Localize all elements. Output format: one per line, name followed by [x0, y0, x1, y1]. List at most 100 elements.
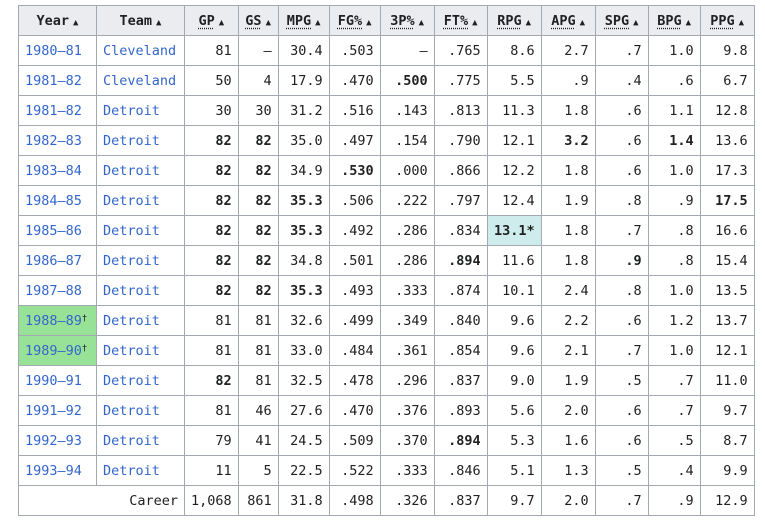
rpg-cell: 10.1 [486, 275, 542, 306]
team-cell: Detroit [96, 215, 185, 246]
column-header-bpg[interactable]: BPG ▲︎ [647, 5, 701, 36]
year-cell: 1990–91 [18, 365, 97, 396]
column-header-gp[interactable]: GP ▲︎ [184, 5, 239, 36]
3p-pct-cell: .326 [379, 485, 435, 516]
team-cell: Detroit [96, 365, 185, 396]
year-link[interactable]: 1991–92 [25, 403, 82, 419]
year-link[interactable]: 1982–83 [25, 133, 82, 149]
team-link[interactable]: Detroit [103, 253, 160, 269]
rpg-cell: 8.6 [486, 35, 542, 66]
stats-table: Year ▲︎ Team ▲︎ GP ▲︎ GS ▲︎ MPG ▲︎ FG% ▲︎ 3P% ▲… [18, 5, 755, 516]
team-link[interactable]: Cleveland [103, 43, 176, 59]
3p-pct-cell: .286 [379, 245, 435, 276]
bpg-cell: 1.4 [647, 125, 701, 156]
column-header-spg[interactable]: SPG ▲︎ [594, 5, 649, 36]
champion-mark: † [81, 313, 88, 324]
table-row: 1981–82 Detroit 30 30 31.2 .516 .143 .81… [18, 95, 755, 126]
year-link[interactable]: 1981–82 [25, 73, 82, 89]
mpg-cell: 35.3 [277, 275, 330, 306]
ft-pct-cell: .797 [433, 185, 488, 216]
3p-pct-cell: .333 [379, 455, 435, 486]
3p-pct-cell: .143 [379, 95, 435, 126]
column-header-apg[interactable]: APG ▲︎ [540, 5, 596, 36]
team-link[interactable]: Detroit [103, 163, 160, 179]
gs-cell: 81 [237, 365, 279, 396]
team-link[interactable]: Detroit [103, 193, 160, 209]
sort-icon: ▲︎ [315, 17, 321, 28]
table-row: 1982–83 Detroit 82 82 35.0 .497 .154 .79… [18, 125, 755, 156]
year-link[interactable]: 1986–87 [25, 253, 82, 269]
team-link[interactable]: Detroit [103, 463, 160, 479]
team-link[interactable]: Detroit [103, 283, 160, 299]
mpg-cell: 34.9 [277, 155, 330, 186]
column-header-team[interactable]: Team ▲︎ [96, 5, 185, 36]
column-header-ppg[interactable]: PPG ▲︎ [699, 5, 755, 36]
year-link[interactable]: 1987–88 [25, 283, 82, 299]
3p-pct-cell: .376 [379, 395, 435, 426]
year-link[interactable]: 1989–90 [25, 343, 82, 359]
column-header-fg-pct[interactable]: FG% ▲︎ [328, 5, 381, 36]
team-link[interactable]: Detroit [103, 433, 160, 449]
rpg-cell: 12.1 [486, 125, 542, 156]
sort-icon: ▲︎ [156, 17, 162, 28]
gp-cell: 82 [184, 125, 239, 156]
gp-cell: 79 [184, 425, 239, 456]
team-cell: Cleveland [96, 65, 185, 96]
year-link[interactable]: 1980–81 [25, 43, 82, 59]
team-link[interactable]: Detroit [103, 133, 160, 149]
year-link[interactable]: 1985–86 [25, 223, 82, 239]
ppg-cell: 9.9 [699, 455, 755, 486]
mpg-cell: 24.5 [277, 425, 330, 456]
apg-cell: 2.4 [540, 275, 596, 306]
bpg-cell: 1.0 [647, 155, 701, 186]
year-link[interactable]: 1993–94 [25, 463, 82, 479]
column-header-rpg[interactable]: RPG ▲︎ [486, 5, 542, 36]
team-link[interactable]: Detroit [103, 343, 160, 359]
spg-cell: .7 [594, 485, 649, 516]
mpg-cell: 22.5 [277, 455, 330, 486]
column-header-gs[interactable]: GS ▲︎ [237, 5, 279, 36]
team-link[interactable]: Detroit [103, 313, 160, 329]
mpg-cell: 35.3 [277, 215, 330, 246]
rpg-cell: 5.1 [486, 455, 542, 486]
gs-cell: 82 [237, 155, 279, 186]
apg-cell: 2.0 [540, 485, 596, 516]
team-link[interactable]: Cleveland [103, 73, 176, 89]
team-link[interactable]: Detroit [103, 223, 160, 239]
spg-cell: .7 [594, 335, 649, 366]
team-link[interactable]: Detroit [103, 403, 160, 419]
year-link[interactable]: 1983–84 [25, 163, 82, 179]
team-link[interactable]: Detroit [103, 103, 160, 119]
ft-pct-cell: .765 [433, 35, 488, 66]
gp-cell: 82 [184, 215, 239, 246]
mpg-cell: 31.2 [277, 95, 330, 126]
bpg-cell: 1.0 [647, 35, 701, 66]
team-cell: Detroit [96, 155, 185, 186]
ppg-cell: 8.7 [699, 425, 755, 456]
team-cell: Detroit [96, 395, 185, 426]
column-header-year[interactable]: Year ▲︎ [18, 5, 97, 36]
apg-cell: 2.2 [540, 305, 596, 336]
bpg-cell: .9 [647, 185, 701, 216]
fg-pct-cell: .509 [328, 425, 381, 456]
column-header-3p-pct[interactable]: 3P% ▲︎ [379, 5, 435, 36]
column-header-mpg[interactable]: MPG ▲︎ [277, 5, 330, 36]
table-row: 1986–87 Detroit 82 82 34.8 .501 .286 .89… [18, 245, 755, 276]
rpg-cell: 12.4 [486, 185, 542, 216]
gp-cell: 81 [184, 35, 239, 66]
year-link[interactable]: 1990–91 [25, 373, 82, 389]
year-cell: 1992–93 [18, 425, 97, 456]
year-cell: 1982–83 [18, 125, 97, 156]
sort-icon: ▲︎ [633, 17, 639, 28]
team-link[interactable]: Detroit [103, 373, 160, 389]
career-label: Career [18, 485, 185, 516]
team-cell: Detroit [96, 245, 185, 276]
year-link[interactable]: 1988–89 [25, 313, 82, 329]
year-link[interactable]: 1981–82 [25, 103, 82, 119]
bpg-cell: .6 [647, 65, 701, 96]
fg-pct-cell: .530 [328, 155, 381, 186]
year-link[interactable]: 1992–93 [25, 433, 82, 449]
column-header-ft-pct[interactable]: FT% ▲︎ [433, 5, 488, 36]
year-link[interactable]: 1984–85 [25, 193, 82, 209]
fg-pct-cell: .484 [328, 335, 381, 366]
